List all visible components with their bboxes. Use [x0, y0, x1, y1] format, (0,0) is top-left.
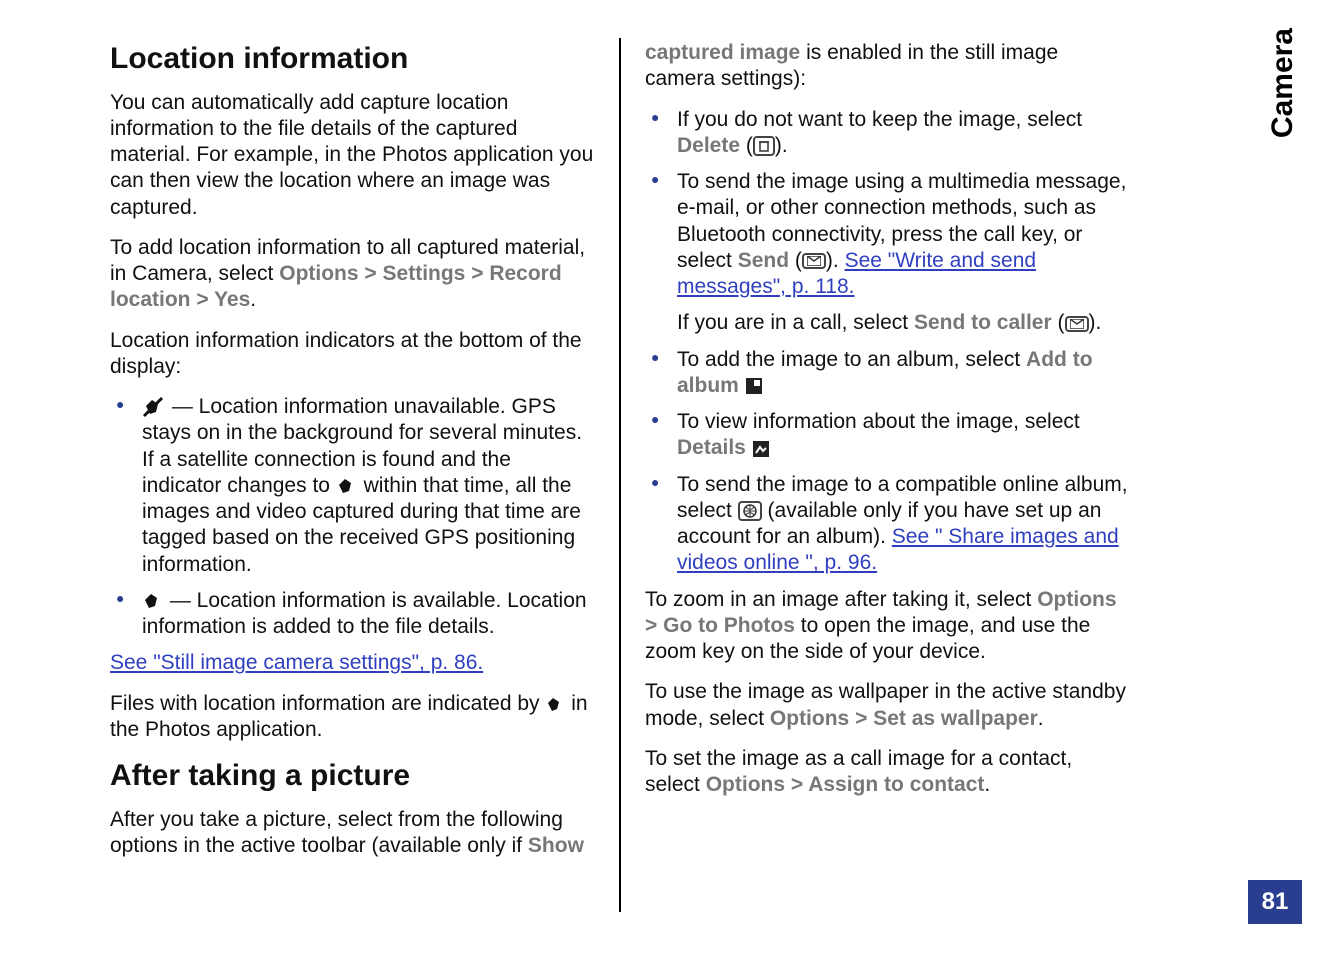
link-still-settings[interactable]: See "Still image camera settings", p. 86… [110, 651, 483, 674]
album-icon [745, 377, 763, 395]
envelope-icon [1065, 316, 1089, 332]
sub-para: If you are in a call, select Send to cal… [677, 310, 1130, 336]
column-divider [619, 38, 621, 912]
list-item: — Location information unavailable. GPS … [110, 394, 595, 578]
envelope-icon [802, 253, 826, 269]
globe-icon [738, 501, 762, 521]
options-list: If you do not want to keep the image, se… [645, 107, 1130, 577]
para: Location information indicators at the b… [110, 328, 595, 381]
heading-after: After taking a picture [110, 757, 595, 795]
para: To add location information to all captu… [110, 235, 595, 314]
list-item: To add the image to an album, select Add… [645, 347, 1130, 400]
gps-on-icon [336, 476, 358, 496]
list-item: To send the image to a compatible online… [645, 472, 1130, 577]
para: To zoom in an image after taking it, sel… [645, 587, 1130, 666]
para: You can automatically add capture locati… [110, 90, 595, 221]
indicator-list: — Location information unavailable. GPS … [110, 394, 595, 640]
page-number: 81 [1248, 880, 1302, 924]
details-icon [752, 440, 770, 458]
sidebar: Camera 81 [1240, 0, 1302, 954]
list-item: To send the image using a multimedia mes… [645, 169, 1130, 337]
right-column: captured image is enabled in the still i… [645, 30, 1130, 920]
left-column: Location information You can automatical… [110, 30, 595, 920]
trash-icon [753, 136, 775, 156]
para: Files with location information are indi… [110, 691, 595, 744]
gps-on-icon [142, 591, 164, 611]
list-item: — Location information is available. Loc… [110, 588, 595, 641]
para: To use the image as wallpaper in the act… [645, 679, 1130, 732]
link-row: See "Still image camera settings", p. 86… [110, 650, 595, 676]
page-content: Location information You can automatical… [0, 0, 1322, 940]
list-item: If you do not want to keep the image, se… [645, 107, 1130, 160]
heading-location: Location information [110, 40, 595, 78]
gps-on-icon [545, 695, 565, 713]
para: After you take a picture, select from th… [110, 807, 595, 860]
list-item: To view information about the image, sel… [645, 409, 1130, 462]
para: captured image is enabled in the still i… [645, 40, 1130, 93]
para: To set the image as a call image for a c… [645, 746, 1130, 799]
gps-off-icon [142, 396, 166, 418]
section-label: Camera [1266, 28, 1300, 138]
